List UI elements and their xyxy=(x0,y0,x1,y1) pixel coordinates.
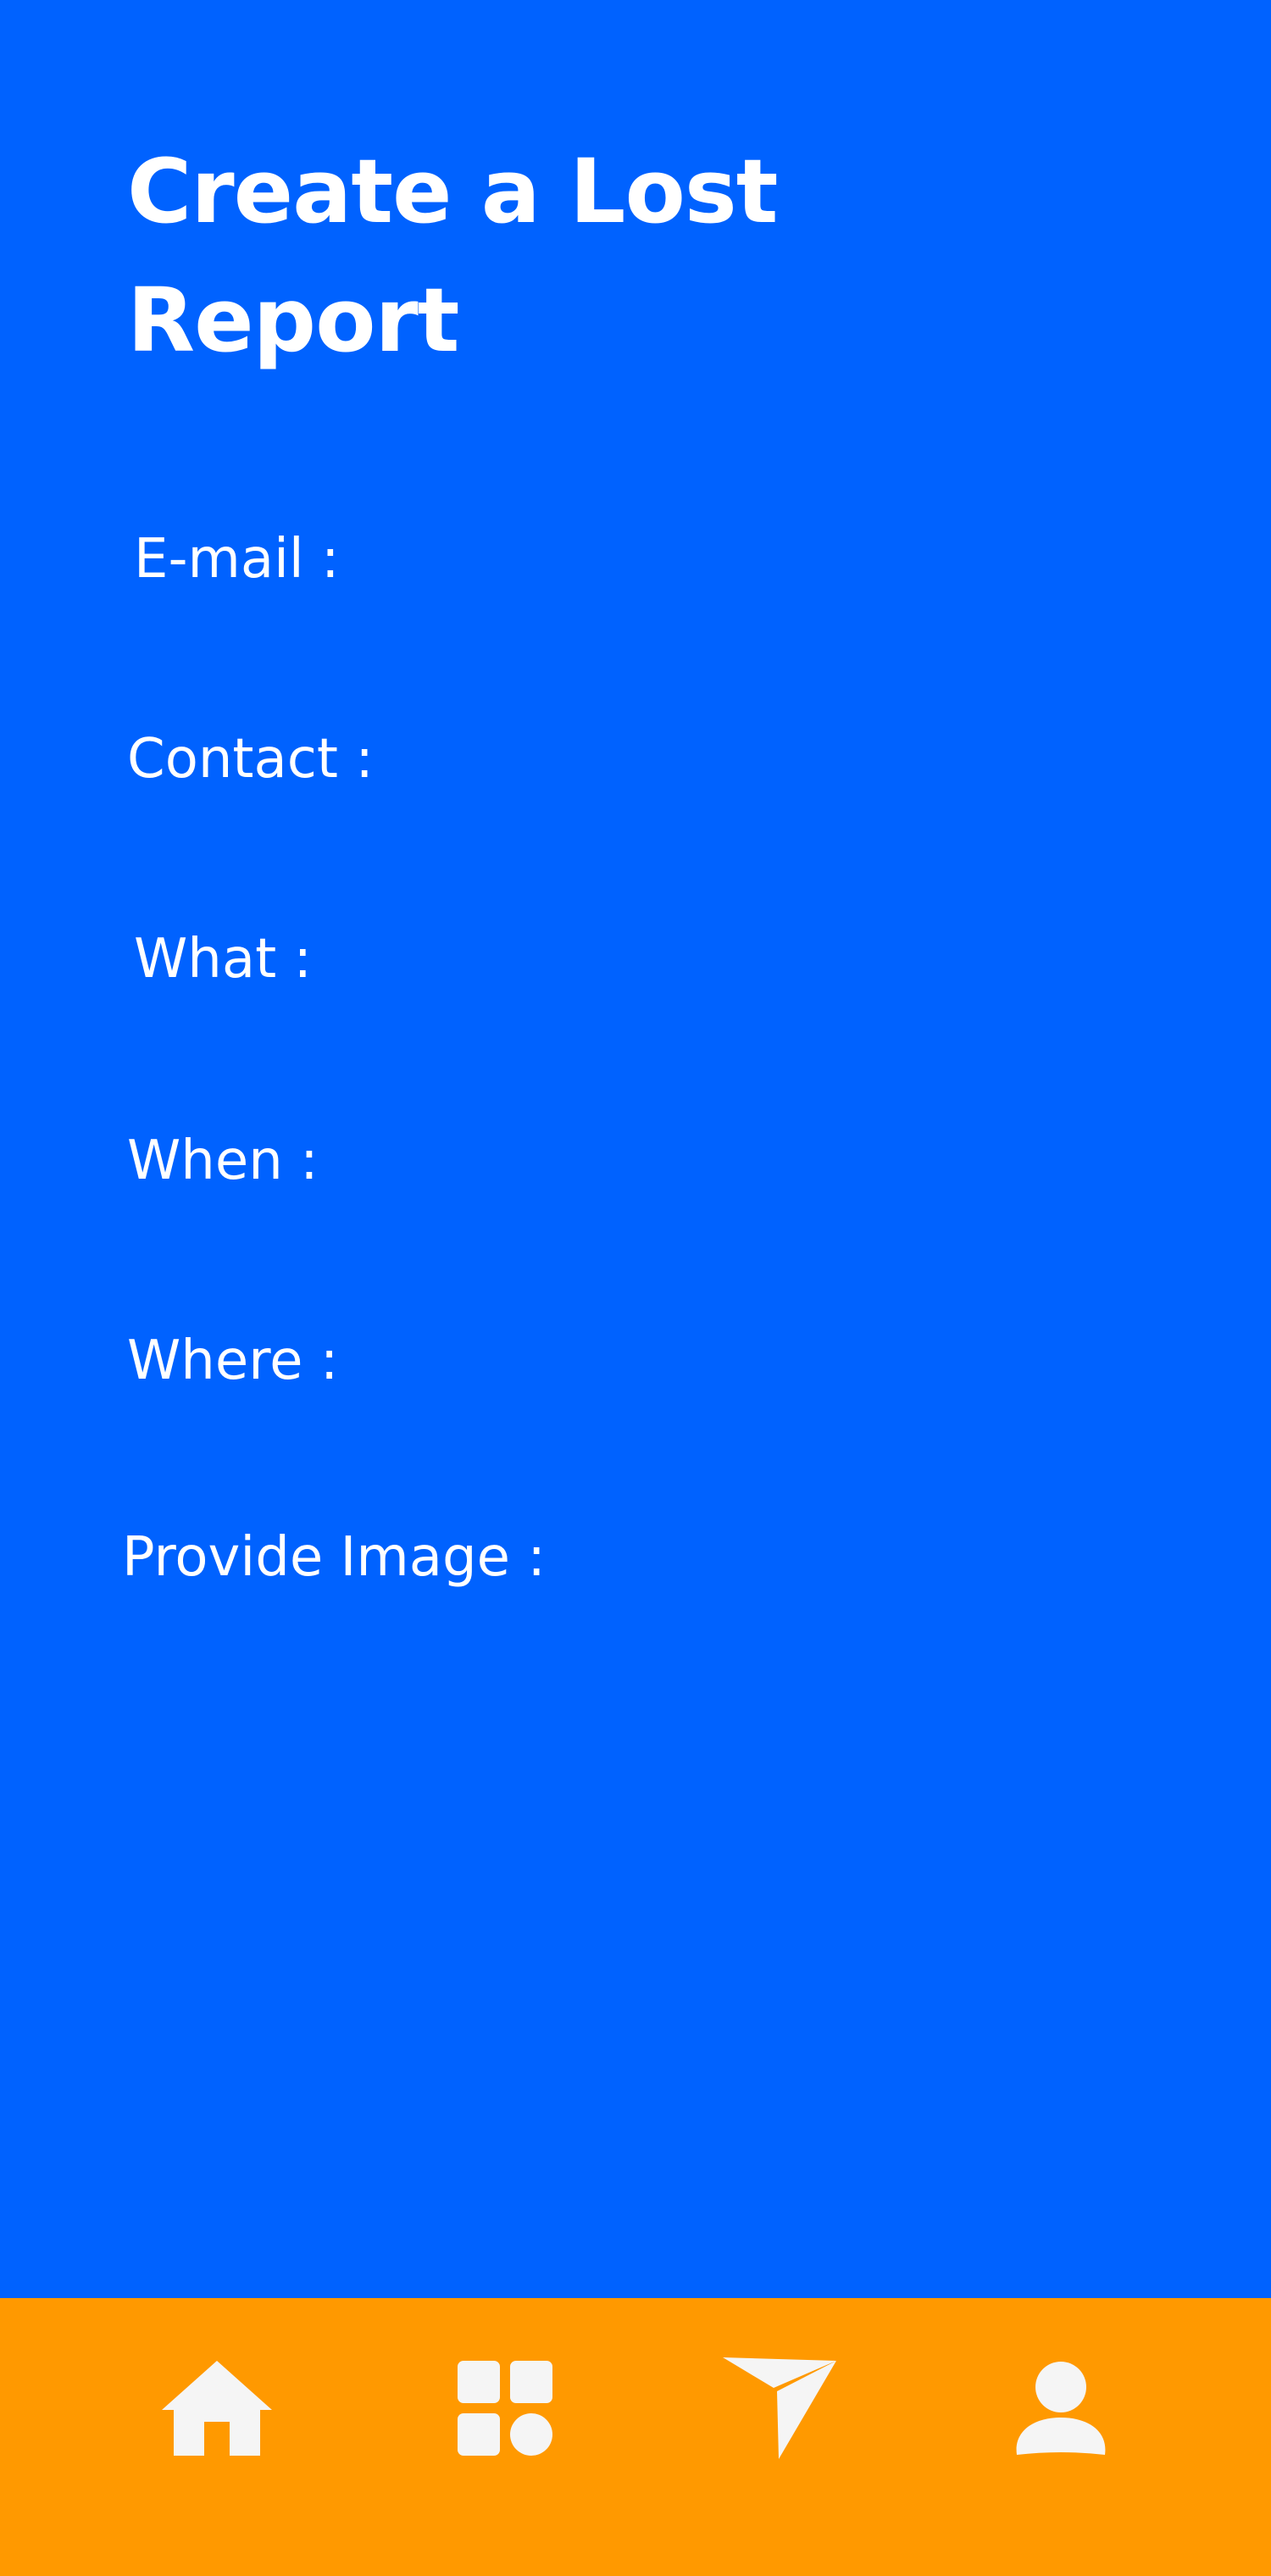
profile-icon xyxy=(1016,2362,1106,2455)
where-field-label: Where : xyxy=(127,1330,339,1392)
send-icon xyxy=(723,2357,836,2459)
home-icon xyxy=(162,2361,272,2456)
nav-home-button[interactable] xyxy=(149,2340,285,2476)
nav-apps-button[interactable] xyxy=(437,2340,573,2476)
bottom-nav-bar xyxy=(0,2298,1271,2576)
nav-profile-button[interactable] xyxy=(993,2340,1129,2476)
report-screen: Create a Lost Report E-mail : Contact : … xyxy=(0,0,1271,2298)
nav-send-button[interactable] xyxy=(712,2340,847,2476)
page-title: Create a Lost Report xyxy=(127,140,779,372)
what-field-label: What : xyxy=(134,928,313,991)
when-field-label: When : xyxy=(127,1130,319,1192)
provide-image-label: Provide Image : xyxy=(122,1526,546,1589)
contact-field-label: Contact : xyxy=(127,728,374,791)
email-field-label: E-mail : xyxy=(134,528,340,591)
apps-grid-icon xyxy=(458,2361,552,2456)
